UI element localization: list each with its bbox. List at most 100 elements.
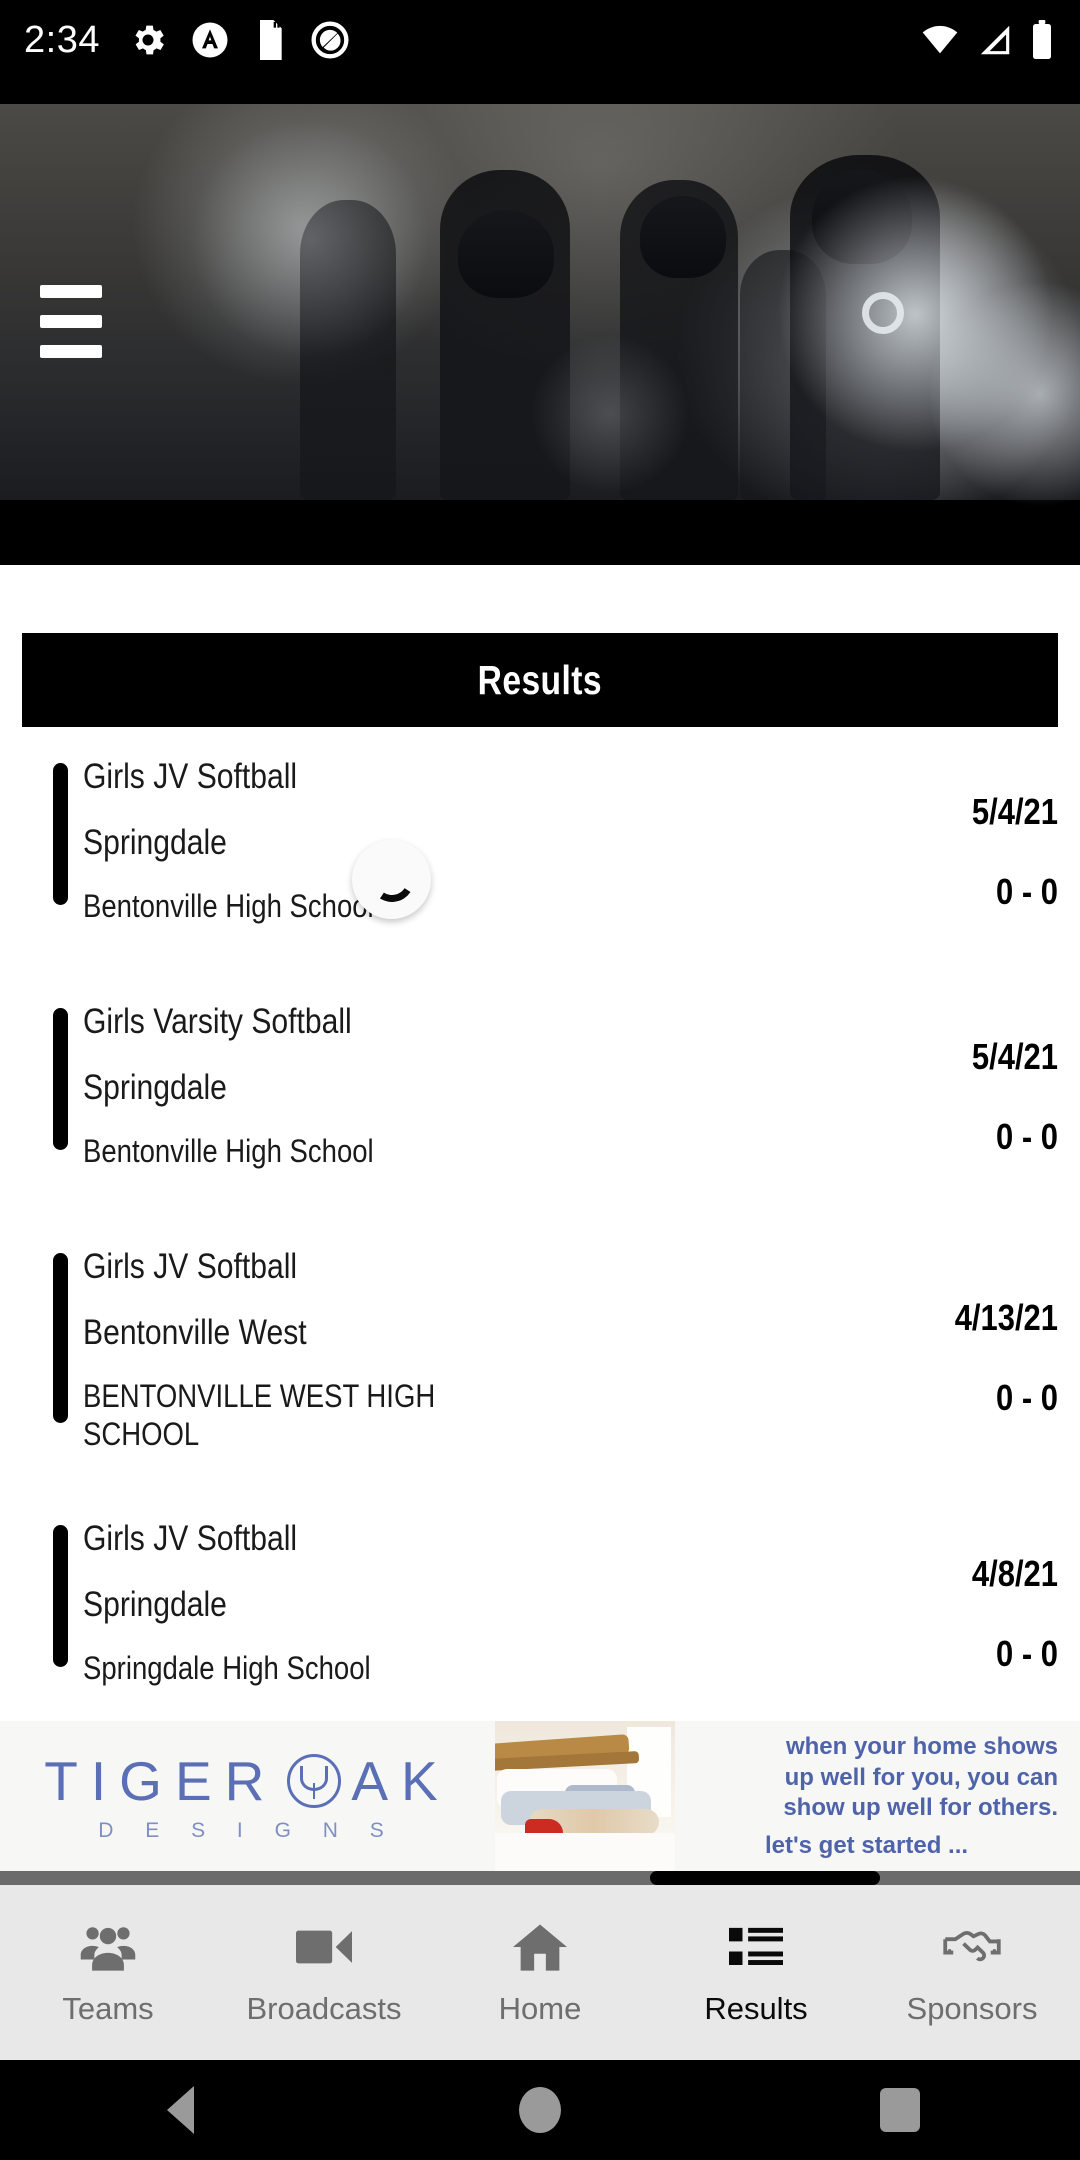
ad-brand-word-2: AK bbox=[351, 1750, 451, 1812]
status-bar: 2:34 bbox=[0, 0, 1080, 80]
row-accent-bar bbox=[53, 763, 68, 905]
video-camera-icon bbox=[296, 1919, 352, 1975]
cell-signal-icon bbox=[980, 25, 1010, 55]
page-title: Results bbox=[477, 656, 603, 703]
row-meta: 4/13/21 0 - 0 bbox=[828, 1235, 1058, 1419]
result-team: Bentonville West bbox=[83, 1313, 307, 1352]
tab-sponsors[interactable]: Sponsors bbox=[864, 1919, 1080, 2027]
handshake-icon bbox=[943, 1919, 1001, 1975]
back-triangle-icon[interactable] bbox=[0, 2086, 360, 2134]
tiger-face-circle-icon bbox=[287, 1754, 342, 1808]
app-screen: 2:34 Results Girls JV Softball Springdal… bbox=[0, 0, 1080, 2160]
wifi-icon bbox=[922, 25, 958, 54]
sd-card-icon bbox=[259, 20, 282, 60]
result-score: 0 - 0 bbox=[996, 1377, 1058, 1418]
recents-square-icon[interactable] bbox=[720, 2088, 1080, 2132]
home-circle-icon[interactable] bbox=[360, 2087, 720, 2133]
row-accent-bar bbox=[53, 1525, 68, 1667]
battery-icon bbox=[1033, 20, 1051, 59]
ad-banner[interactable]: TIGER AK D E S I G N S when your home sh… bbox=[0, 1721, 1080, 1871]
result-sport: Girls JV Softball bbox=[83, 1247, 298, 1286]
ad-copy: when your home shows up well for you, yo… bbox=[675, 1721, 1080, 1871]
smoke-effect bbox=[520, 334, 700, 494]
player-helmet bbox=[640, 196, 726, 278]
row-divider bbox=[0, 1175, 1080, 1235]
row-meta: 5/4/21 0 - 0 bbox=[828, 745, 1058, 913]
result-opponent: BENTONVILLE WEST HIGH SCHOOL bbox=[83, 1378, 436, 1452]
circle-a-icon bbox=[192, 22, 228, 58]
ad-copy-line: when your home shows bbox=[785, 1732, 1058, 1760]
ad-copy-line: show up well for others. bbox=[783, 1794, 1058, 1822]
bedroom-interior-photo bbox=[495, 1721, 675, 1871]
row-details: Girls JV Softball Springdale Springdale … bbox=[53, 1507, 828, 1688]
row-divider bbox=[0, 1447, 1080, 1507]
row-accent-bar bbox=[53, 1253, 68, 1423]
result-score: 0 - 0 bbox=[996, 871, 1058, 912]
house-icon bbox=[513, 1919, 567, 1975]
hamburger-bar bbox=[40, 285, 102, 298]
ad-cta-text[interactable]: let's get started ... bbox=[675, 1832, 1058, 1860]
result-team: Springdale bbox=[83, 1068, 227, 1107]
row-details: Girls Varsity Softball Springdale Benton… bbox=[53, 990, 828, 1171]
result-date: 5/4/21 bbox=[971, 1036, 1058, 1077]
status-bar-notification-icons bbox=[128, 20, 350, 60]
bottom-tab-bar: Teams Broadcasts Home Results Sponsors bbox=[0, 1885, 1080, 2060]
tab-label: Teams bbox=[62, 1990, 154, 2026]
horizontal-scrollbar[interactable] bbox=[0, 1871, 1080, 1885]
hamburger-bar bbox=[40, 315, 102, 328]
status-bar-system-icons bbox=[920, 20, 1054, 60]
ad-brand-logo: TIGER AK D E S I G N S bbox=[0, 1721, 495, 1871]
hero-video-banner[interactable] bbox=[0, 80, 1080, 565]
hero-video-frame bbox=[0, 104, 1080, 524]
list-icon bbox=[729, 1919, 783, 1975]
spinner-arc bbox=[365, 853, 418, 906]
ad-copy-line: up well for you, you can bbox=[784, 1763, 1058, 1791]
section-header: Results bbox=[22, 633, 1058, 727]
result-sport: Girls JV Softball bbox=[83, 1519, 298, 1558]
people-icon bbox=[80, 1919, 136, 1975]
tab-results[interactable]: Results bbox=[648, 1919, 864, 2027]
tab-label: Broadcasts bbox=[246, 1990, 402, 2026]
result-score: 0 - 0 bbox=[996, 1116, 1058, 1157]
tab-label: Home bbox=[498, 1990, 582, 2026]
scrollbar-thumb[interactable] bbox=[650, 1871, 880, 1885]
result-opponent: Bentonville High School bbox=[83, 1133, 374, 1169]
ad-brand-wordmark: TIGER AK bbox=[44, 1749, 450, 1813]
table-row[interactable]: Girls JV Softball Springdale Springdale … bbox=[0, 1507, 1080, 1692]
hamburger-menu-icon[interactable] bbox=[40, 285, 102, 358]
q-circle-icon bbox=[311, 21, 349, 59]
android-navigation-bar bbox=[0, 2060, 1080, 2160]
table-row[interactable]: Girls JV Softball Springdale Bentonville… bbox=[0, 745, 1080, 930]
hamburger-bar bbox=[40, 345, 102, 358]
row-meta: 5/4/21 0 - 0 bbox=[828, 990, 1058, 1158]
photo-bedsheet bbox=[495, 1833, 675, 1871]
results-list[interactable]: Girls JV Softball Springdale Bentonville… bbox=[0, 745, 1080, 1855]
result-team: Springdale bbox=[83, 1585, 227, 1624]
tab-home[interactable]: Home bbox=[432, 1919, 648, 2027]
result-date: 4/13/21 bbox=[954, 1297, 1058, 1338]
ad-brand-word-1: TIGER bbox=[44, 1750, 278, 1812]
refresh-spinner-icon bbox=[352, 840, 431, 919]
row-accent-bar bbox=[53, 1008, 68, 1150]
status-bar-clock: 2:34 bbox=[24, 18, 100, 61]
tab-teams[interactable]: Teams bbox=[0, 1919, 216, 2027]
result-sport: Girls JV Softball bbox=[83, 757, 298, 796]
result-date: 4/8/21 bbox=[971, 1553, 1058, 1594]
row-details: Girls JV Softball Springdale Bentonville… bbox=[53, 745, 828, 926]
table-row[interactable]: Girls Varsity Softball Springdale Benton… bbox=[0, 990, 1080, 1175]
player-helmet bbox=[458, 210, 554, 298]
row-meta: 4/8/21 0 - 0 bbox=[828, 1507, 1058, 1675]
tab-broadcasts[interactable]: Broadcasts bbox=[216, 1919, 432, 2027]
table-row[interactable]: Girls JV Softball Bentonville West BENTO… bbox=[0, 1235, 1080, 1452]
result-score: 0 - 0 bbox=[996, 1633, 1058, 1674]
tab-label: Sponsors bbox=[906, 1990, 1038, 2026]
result-sport: Girls Varsity Softball bbox=[83, 1002, 352, 1041]
result-date: 5/4/21 bbox=[971, 791, 1058, 832]
row-details: Girls JV Softball Bentonville West BENTO… bbox=[53, 1235, 828, 1454]
smoke-effect bbox=[180, 114, 440, 364]
ad-brand-subtitle: D E S I G N S bbox=[98, 1819, 397, 1842]
row-divider bbox=[0, 930, 1080, 990]
gear-icon bbox=[135, 25, 164, 55]
result-opponent: Springdale High School bbox=[83, 1650, 371, 1686]
tab-label: Results bbox=[704, 1990, 808, 2026]
